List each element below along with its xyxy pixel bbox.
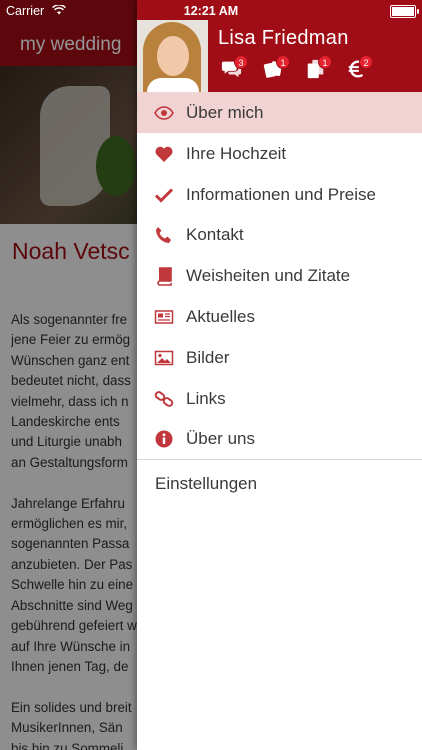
menu-item-ueber-uns[interactable]: Über uns — [137, 418, 422, 459]
avatar[interactable] — [137, 20, 208, 92]
menu-item-ueber-mich[interactable]: Über mich — [137, 92, 422, 133]
menu-label: Ihre Hochzeit — [186, 143, 287, 163]
menu-label: Aktuelles — [186, 306, 255, 326]
drawer-menu: Über mich Ihre Hochzeit Informationen un… — [137, 92, 422, 459]
menu-label: Informationen und Preise — [186, 184, 376, 204]
euro-icon[interactable]: 2 — [346, 55, 373, 82]
menu-item-ihre-hochzeit[interactable]: Ihre Hochzeit — [137, 133, 422, 174]
book-icon — [154, 266, 174, 286]
documents-icon[interactable]: 1 — [305, 55, 332, 82]
menu-item-bilder[interactable]: Bilder — [137, 337, 422, 378]
badge-count: 1 — [276, 55, 290, 69]
menu-label: Bilder — [186, 347, 230, 367]
phone-icon — [154, 225, 174, 245]
settings-item[interactable]: Einstellungen — [155, 474, 257, 494]
side-drawer: Lisa Friedman 3 1 1 2 Über mich Ihre Hoc… — [137, 0, 422, 750]
clock: 12:21 AM — [183, 4, 239, 18]
newspaper-icon — [154, 307, 174, 327]
info-icon — [154, 429, 174, 449]
badge-count: 2 — [359, 55, 373, 69]
eye-icon — [154, 103, 174, 123]
menu-divider — [137, 459, 422, 460]
menu-label: Weisheiten und Zitate — [186, 266, 351, 286]
battery-icon — [390, 5, 419, 18]
user-name: Lisa Friedman — [218, 27, 349, 49]
menu-item-kontakt[interactable]: Kontakt — [137, 214, 422, 255]
chat-bubbles-icon[interactable]: 3 — [221, 55, 248, 82]
status-bar: Carrier 12:21 AM — [0, 0, 422, 22]
checkmark-icon — [154, 185, 174, 205]
link-icon — [154, 389, 174, 409]
menu-item-aktuelles[interactable]: Aktuelles — [137, 296, 422, 337]
menu-label: Links — [186, 388, 226, 408]
badge-count: 3 — [234, 55, 248, 69]
menu-label: Über mich — [186, 103, 264, 122]
badge-count: 1 — [318, 55, 332, 69]
heart-icon — [154, 144, 174, 164]
menu-item-informationen-preise[interactable]: Informationen und Preise — [137, 174, 422, 215]
menu-label: Über uns — [186, 429, 255, 449]
picture-icon — [154, 348, 174, 368]
menu-item-weisheiten-zitate[interactable]: Weisheiten und Zitate — [137, 255, 422, 296]
menu-label: Kontakt — [186, 225, 244, 245]
menu-item-links[interactable]: Links — [137, 378, 422, 419]
cards-icon[interactable]: 1 — [263, 55, 290, 82]
